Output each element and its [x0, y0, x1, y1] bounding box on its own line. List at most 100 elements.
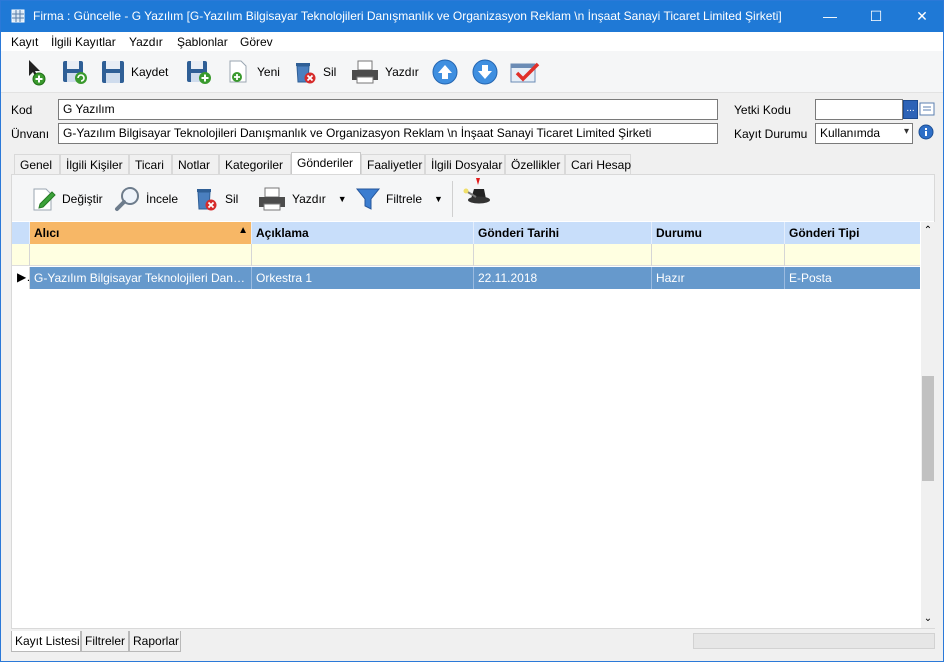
grid-print-button[interactable]: Yazdır ▼: [256, 183, 347, 215]
column-header-label: Alıcı: [34, 226, 60, 240]
yetki-kodu-label: Yetki Kodu: [734, 103, 791, 117]
scroll-up-icon[interactable]: ⌃: [921, 224, 935, 238]
filter-button[interactable]: Filtrele ▼: [354, 183, 443, 215]
dropdown-arrow-icon[interactable]: ▼: [434, 194, 443, 204]
cell-gonderi-tipi[interactable]: E-Posta: [785, 267, 920, 289]
tab-faaliyetler[interactable]: Faaliyetler: [361, 154, 425, 174]
arrow-up-icon: [432, 59, 458, 85]
save-icon: [102, 61, 124, 83]
kod-label: Kod: [11, 103, 33, 117]
cell-alici[interactable]: G-Yazılım Bilgisayar Teknolojileri Danış…: [30, 267, 252, 289]
grid-header: Alıcı ▲ Açıklama Gönderi Tarihi Durumu G…: [12, 222, 920, 244]
info-icon[interactable]: [918, 124, 934, 140]
filter-cell-durumu[interactable]: [652, 244, 785, 266]
save-new-button[interactable]: [185, 55, 213, 89]
view-label: İncele: [146, 192, 179, 206]
menu-sablonlar[interactable]: Şablonlar: [177, 35, 228, 49]
trash-delete-icon: [296, 63, 316, 84]
window-title: Firma : Güncelle - G Yazılım [G-Yazılım …: [33, 9, 782, 23]
print-button[interactable]: Yazdır: [349, 55, 419, 89]
save-label: Kaydet: [131, 65, 169, 79]
table-app-icon: [11, 9, 25, 23]
cell-aciklama[interactable]: Orkestra 1: [252, 267, 474, 289]
tab-ilgili-kisiler[interactable]: İlgili Kişiler: [60, 154, 129, 174]
filter-cell-gonderi-tarihi[interactable]: [474, 244, 652, 266]
menu-bar: Kayıt İlgili Kayıtlar Yazdır Şablonlar G…: [1, 32, 943, 51]
grid-toolbar: Değiştir İncele Sil Yazdır ▼ Filtrele ▼: [12, 175, 934, 221]
table-row[interactable]: ▶ G-Yazılım Bilgisayar Teknolojileri Dan…: [12, 267, 920, 289]
toolbar-separator: [452, 181, 453, 217]
cell-durumu[interactable]: Hazır: [652, 267, 785, 289]
main-toolbar: Kaydet Yeni Sil Yazdır: [1, 51, 943, 93]
tab-genel[interactable]: Genel: [14, 154, 60, 174]
cursor-add-icon: [29, 60, 46, 86]
kayit-durumu-select[interactable]: Kullanımda ▾: [815, 123, 913, 144]
unvan-input[interactable]: G-Yazılım Bilgisayar Teknolojileri Danış…: [58, 123, 718, 144]
tab-notlar[interactable]: Notlar: [172, 154, 219, 174]
maximize-button[interactable]: ☐: [853, 1, 899, 32]
view-button[interactable]: İncele: [114, 183, 178, 215]
scroll-down-icon[interactable]: ⌄: [921, 612, 935, 626]
menu-yazdir[interactable]: Yazdır: [129, 35, 163, 49]
dropdown-arrow-icon[interactable]: ▼: [338, 194, 347, 204]
tab-filtreler[interactable]: Filtreler: [81, 631, 129, 652]
menu-ilgili-kayitlar[interactable]: İlgili Kayıtlar: [51, 35, 116, 49]
vertical-scrollbar[interactable]: ⌃ ⌄: [921, 222, 935, 628]
magic-wizard-button[interactable]: [462, 177, 490, 217]
column-header-alici[interactable]: Alıcı ▲: [30, 222, 252, 244]
tab-ilgili-dosyalar[interactable]: İlgili Dosyalar: [425, 154, 505, 174]
move-down-button[interactable]: [471, 55, 499, 89]
filter-label: Filtrele: [386, 192, 423, 206]
new-record-arrow-button[interactable]: [23, 55, 51, 89]
tab-raporlar[interactable]: Raporlar: [129, 631, 181, 652]
kod-input[interactable]: G Yazılım: [58, 99, 718, 120]
new-button[interactable]: Yeni: [225, 55, 280, 89]
magic-hat-icon: [463, 178, 490, 204]
column-header-aciklama[interactable]: Açıklama: [252, 222, 474, 244]
tab-cari-hesap[interactable]: Cari Hesap: [565, 154, 631, 174]
kayit-durumu-label: Kayıt Durumu: [734, 127, 808, 141]
tab-ozellikler[interactable]: Özellikler: [505, 154, 565, 174]
column-header-durumu[interactable]: Durumu: [652, 222, 785, 244]
close-button[interactable]: ✕: [899, 1, 944, 32]
move-up-button[interactable]: [431, 55, 459, 89]
new-label: Yeni: [257, 65, 280, 79]
tab-gonderiler[interactable]: Gönderiler: [291, 152, 361, 174]
tab-kategoriler[interactable]: Kategoriler: [219, 154, 291, 174]
save-refresh-button[interactable]: [61, 55, 89, 89]
clear-field-icon[interactable]: [919, 100, 935, 119]
gonderiler-panel: Değiştir İncele Sil Yazdır ▼ Filtrele ▼ …: [11, 174, 935, 629]
trash-delete-icon: [197, 189, 217, 211]
save-button[interactable]: Kaydet: [99, 55, 168, 89]
grid-print-label: Yazdır: [292, 192, 326, 206]
filter-cell-alici[interactable]: [30, 244, 252, 266]
delete-button[interactable]: Sil: [291, 55, 336, 89]
tab-kayit-listesi[interactable]: Kayıt Listesi: [11, 631, 81, 652]
filter-cell-aciklama[interactable]: [252, 244, 474, 266]
approve-button[interactable]: [509, 55, 541, 89]
yetki-lookup-button[interactable]: ...: [903, 100, 918, 119]
save-refresh-icon: [63, 61, 87, 84]
checkmark-window-icon: [510, 62, 540, 83]
scrollbar-thumb[interactable]: [922, 376, 934, 481]
minimize-button[interactable]: —: [807, 1, 853, 32]
column-header-gonderi-tipi[interactable]: Gönderi Tipi: [785, 222, 920, 244]
cell-gonderi-tarihi[interactable]: 22.11.2018: [474, 267, 652, 289]
grid-delete-label: Sil: [225, 192, 239, 206]
menu-gorev[interactable]: Görev: [240, 35, 273, 49]
edit-label: Değiştir: [62, 192, 103, 206]
printer-icon: [259, 187, 285, 211]
grid-filter-row: [12, 244, 920, 266]
app-window: Firma : Güncelle - G Yazılım [G-Yazılım …: [0, 0, 944, 662]
edit-button[interactable]: Değiştir: [30, 183, 103, 215]
tab-ticari[interactable]: Ticari: [129, 154, 172, 174]
filter-cell-gonderi-tipi[interactable]: [785, 244, 920, 266]
grid-delete-button[interactable]: Sil: [193, 183, 238, 215]
sort-ascending-icon: ▲: [238, 225, 248, 236]
print-label: Yazdır: [385, 65, 419, 79]
row-pointer-icon: ▶: [12, 267, 30, 289]
menu-kayit[interactable]: Kayıt: [11, 35, 38, 49]
title-bar[interactable]: Firma : Güncelle - G Yazılım [G-Yazılım …: [1, 1, 943, 32]
yetki-kodu-input[interactable]: [815, 99, 903, 120]
column-header-gonderi-tarihi[interactable]: Gönderi Tarihi: [474, 222, 652, 244]
